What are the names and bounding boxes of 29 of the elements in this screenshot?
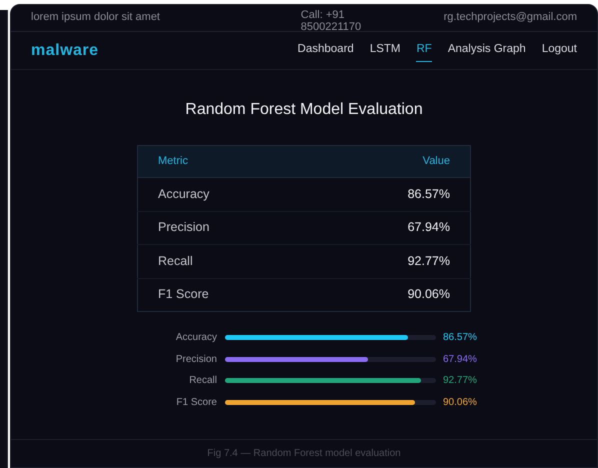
column-header: Value: [312, 146, 470, 178]
tagline-text: lorem ipsum dolor sit amet: [31, 10, 160, 25]
page-title: Random Forest Model Evaluation: [184, 100, 424, 120]
meter-label: Recall: [188, 374, 217, 388]
meter-label: Accuracy: [174, 331, 217, 346]
table-cell: 90.06%: [312, 278, 470, 312]
meter-reading: 90.06%: [443, 396, 477, 410]
phone-text: Call: +91 8500221170: [300, 9, 362, 33]
nav-link[interactable]: Dashboard: [298, 39, 354, 62]
meter-reading: 67.94%: [443, 352, 477, 367]
table-cell: F1 Score: [138, 278, 313, 312]
nav-link[interactable]: Logout: [542, 39, 577, 62]
meter-reading: 86.57%: [443, 331, 477, 346]
nav-link[interactable]: LSTM: [370, 39, 400, 62]
email-text: rg.techprojects@gmail.com: [444, 10, 577, 25]
table-cell: Accuracy: [138, 178, 313, 211]
table-cell: Recall: [138, 244, 313, 278]
table-cell: 67.94%: [312, 211, 470, 244]
meter-reading: 92.77%: [443, 374, 477, 388]
table-cell: Precision: [138, 211, 313, 244]
table-cell: 92.77%: [312, 244, 470, 278]
meter-label: F1 Score: [175, 396, 217, 410]
figure-caption: Fig 7.4 — Random Forest model evaluation: [11, 439, 597, 467]
meter-label: Precision: [174, 352, 217, 367]
nav-link[interactable]: Analysis Graph: [448, 39, 526, 62]
nav-link[interactable]: RF: [416, 39, 432, 62]
column-header: Metric: [138, 146, 313, 178]
table-cell: 86.57%: [312, 178, 470, 211]
brand-logo[interactable]: malware: [31, 38, 99, 62]
